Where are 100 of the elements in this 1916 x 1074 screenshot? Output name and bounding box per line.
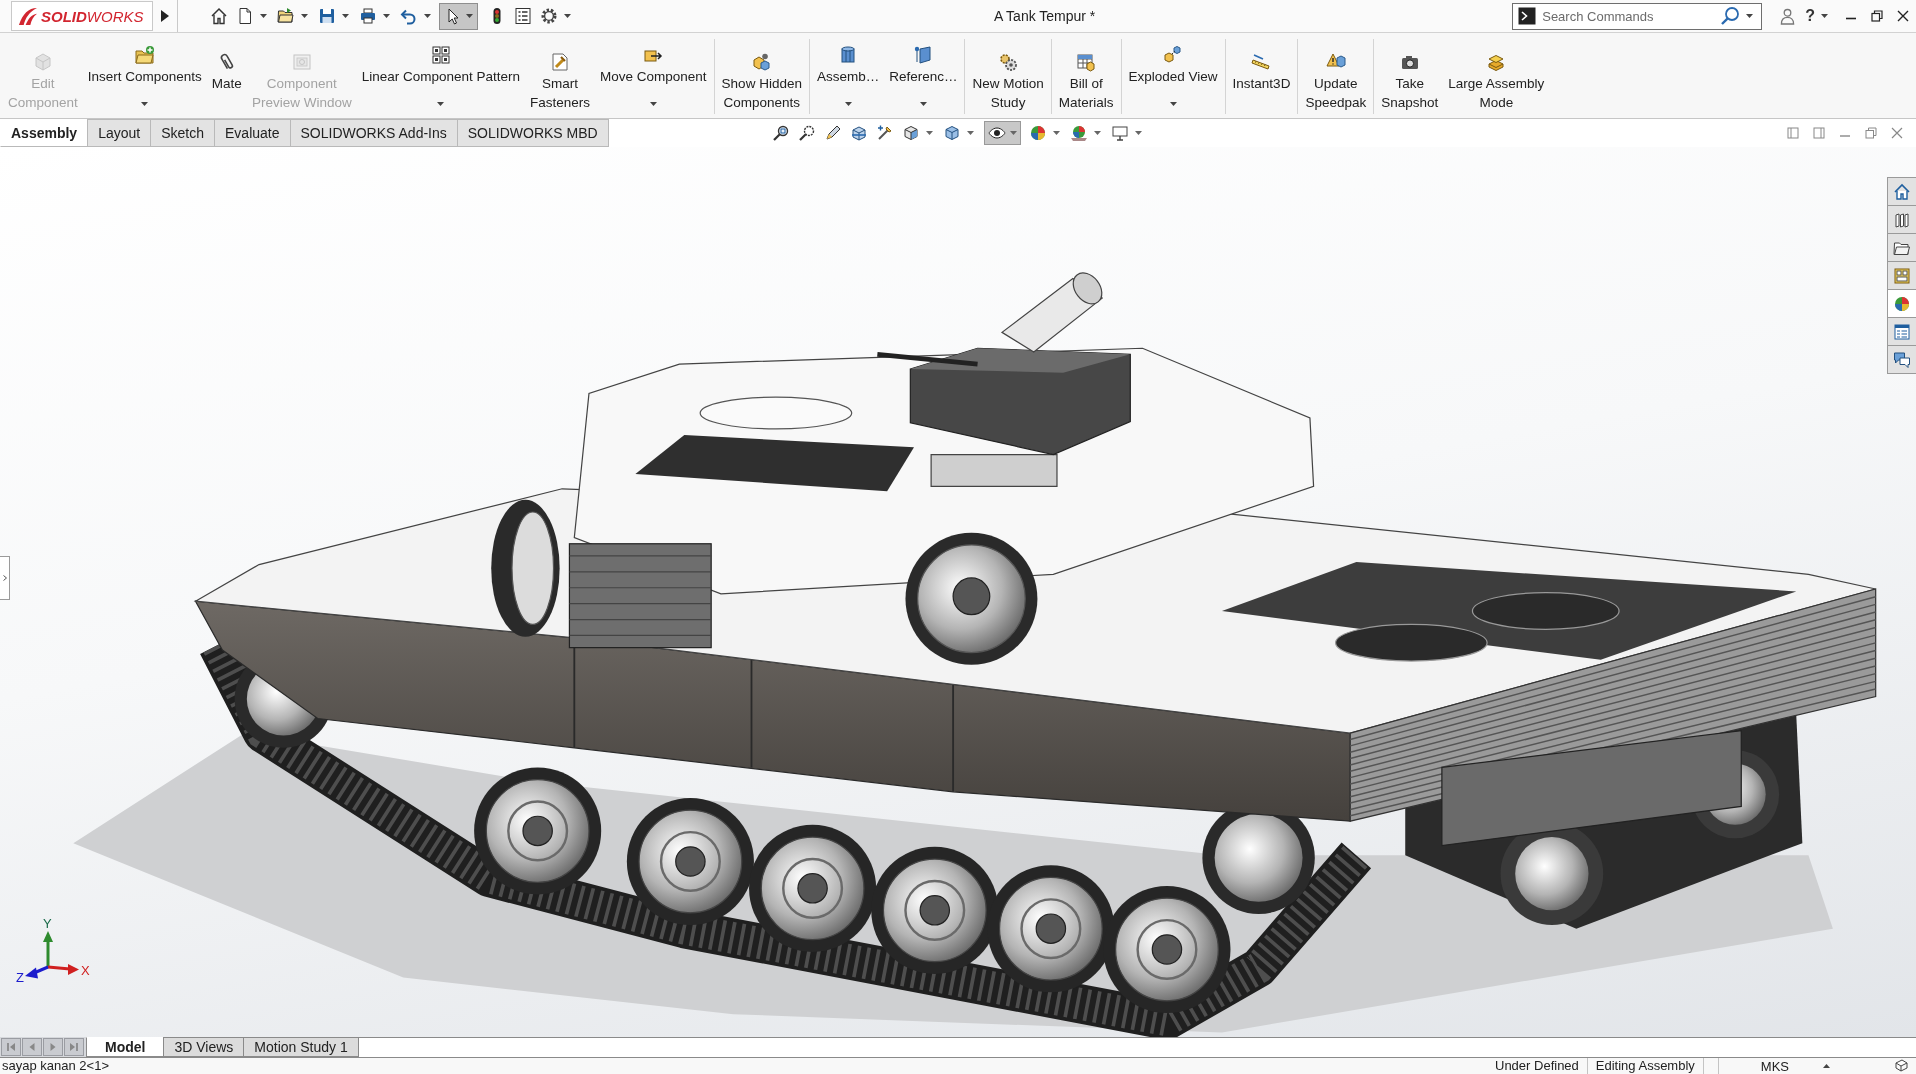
search-field[interactable]: Search Commands [1536, 5, 1721, 27]
view-palette-icon [1893, 266, 1911, 285]
command-tab[interactable]: Evaluate [214, 119, 291, 147]
caret-icon [466, 14, 473, 18]
caret-icon[interactable] [967, 131, 974, 135]
prompt-icon[interactable] [1518, 7, 1537, 25]
stack-icon [1486, 52, 1507, 72]
caret-icon[interactable] [424, 14, 431, 18]
caret-icon[interactable] [1821, 14, 1828, 18]
task-pane-tab[interactable] [1887, 177, 1916, 206]
caret-icon[interactable] [926, 131, 933, 135]
form-icon [1893, 322, 1911, 341]
logo-text: SOLIDWORKS [41, 7, 144, 25]
magnifier-icon[interactable] [772, 124, 790, 142]
caret-up-icon [1823, 1064, 1830, 1068]
task-pane-tab[interactable] [1887, 233, 1916, 262]
ribbon-button[interactable]: Update Speedpak [1300, 33, 1372, 118]
grid-icon [430, 45, 451, 65]
close-icon[interactable] [1897, 10, 1909, 22]
selection-text: sayap kanan 2<1> [1, 1058, 110, 1074]
annotation-icon[interactable] [876, 124, 894, 142]
list-icon[interactable] [514, 7, 532, 25]
cube-icon[interactable] [902, 124, 920, 142]
command-tab[interactable]: SOLIDWORKS MBD [456, 119, 609, 147]
axis-label: Y [43, 916, 52, 931]
logo-icon [17, 6, 38, 26]
new-document-icon[interactable] [236, 7, 254, 25]
bolt-icon [550, 52, 571, 72]
caret-icon[interactable] [260, 14, 267, 18]
ribbon-button[interactable]: Instant3D [1227, 33, 1296, 118]
select-tool-button[interactable] [439, 2, 478, 30]
folder-plus-icon [134, 45, 155, 65]
search-box[interactable]: Search Commands [1512, 2, 1763, 30]
caret-icon [844, 102, 852, 106]
caret-icon [1010, 131, 1017, 135]
side-panel-handle[interactable] [0, 556, 10, 600]
task-pane-tab[interactable] [1887, 345, 1916, 374]
ribbon-button[interactable]: Bill of Materials [1053, 33, 1119, 118]
ribbon-button[interactable]: Assemb… [811, 33, 885, 118]
command-tab[interactable]: Sketch [150, 119, 215, 147]
section-cube-icon[interactable] [850, 124, 868, 142]
definition-status: Under Defined [1494, 1058, 1580, 1074]
task-pane-tab[interactable] [1887, 205, 1916, 234]
ribbon-button[interactable]: Smart Fasteners [525, 33, 596, 118]
ribbon-button[interactable]: Take Snapshot [1376, 33, 1444, 118]
task-pane-tab[interactable] [1887, 317, 1916, 346]
ribbon-button[interactable]: Large Assembly Mode [1443, 33, 1550, 118]
x-axis-arrow [47, 964, 79, 975]
caret-icon [141, 102, 149, 106]
command-tab[interactable]: SOLIDWORKS Add-Ins [289, 119, 458, 147]
window-icon [291, 52, 312, 72]
undo-icon[interactable] [400, 7, 418, 25]
scene-sphere-icon[interactable] [1070, 124, 1088, 142]
caret-icon[interactable] [1746, 14, 1754, 18]
sphere-icon [1893, 294, 1911, 313]
ribbon-button[interactable]: Referenc… [884, 33, 963, 118]
caret-icon[interactable] [1094, 131, 1101, 135]
home-icon[interactable] [210, 7, 228, 25]
pencil-icon[interactable] [824, 124, 842, 142]
units-dropdown[interactable]: MKS [1717, 1058, 1844, 1074]
caret-icon[interactable] [564, 14, 571, 18]
save-icon[interactable] [318, 7, 336, 25]
exploded-blocks-icon [1163, 45, 1184, 65]
table-icon [1076, 52, 1097, 72]
z-axis-arrow [25, 965, 49, 979]
monitor-icon[interactable] [1111, 124, 1129, 142]
caret-icon[interactable] [301, 14, 308, 18]
sheet-tab[interactable]: Model [86, 1037, 165, 1057]
caret-icon [437, 102, 445, 106]
sheet-tab[interactable]: Motion Study 1 [243, 1037, 359, 1057]
ribbon-button[interactable]: Show Hidden Components [716, 33, 807, 118]
task-pane-tab[interactable] [1887, 289, 1916, 318]
caret-icon[interactable] [383, 14, 390, 18]
search-icon[interactable] [1720, 6, 1741, 26]
ribbon-button[interactable]: Exploded View [1123, 33, 1223, 118]
folder-icon[interactable] [277, 7, 295, 25]
caret-icon[interactable] [342, 14, 349, 18]
printer-icon[interactable] [359, 7, 377, 25]
command-tab[interactable]: Layout [87, 119, 152, 147]
sphere-icon[interactable] [1029, 124, 1047, 142]
ribbon-button[interactable]: Insert Components [82, 33, 207, 118]
restore-icon[interactable] [1871, 10, 1883, 22]
ribbon-button[interactable]: Linear Component Pattern [356, 33, 525, 118]
caret-icon[interactable] [1053, 131, 1060, 135]
settings-icon[interactable] [540, 7, 558, 25]
shaded-cube-icon[interactable] [943, 124, 961, 142]
ribbon-button[interactable]: New Motion Study [967, 33, 1049, 118]
caret-icon[interactable] [1135, 131, 1142, 135]
notes-icon[interactable] [1894, 1059, 1908, 1073]
ribbon-button[interactable]: Move Component [595, 33, 712, 118]
window-title: A Tank Tempur * [993, 8, 1096, 24]
hide-show-button[interactable] [984, 121, 1021, 145]
magnifier-icon[interactable] [798, 124, 816, 142]
part-icon [32, 52, 53, 72]
ribbon-button[interactable]: Mate [206, 33, 247, 118]
user-icon[interactable] [1780, 7, 1796, 25]
sheet-tab[interactable]: 3D Views [163, 1037, 245, 1057]
triangle-icon[interactable] [161, 10, 169, 22]
help-button[interactable]: ? [1805, 7, 1815, 25]
cubes-icon [751, 52, 772, 72]
